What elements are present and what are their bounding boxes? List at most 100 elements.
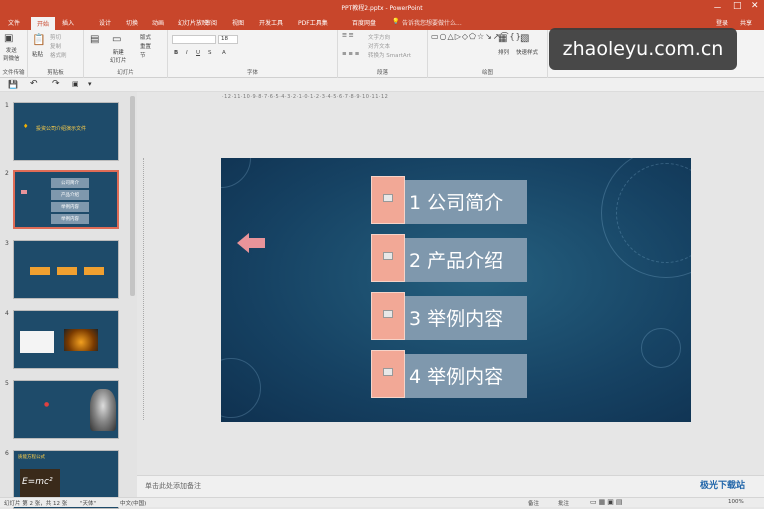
- section-button[interactable]: 节: [140, 51, 146, 59]
- group-label: 段落: [376, 70, 388, 76]
- slide-thumbnail-2[interactable]: 公司简介 产品介绍 举例内容 举例内容: [13, 170, 119, 229]
- copy-button[interactable]: 复制: [50, 42, 61, 50]
- cut-button[interactable]: 剪切: [50, 33, 61, 41]
- agenda-item-3[interactable]: 3 举例内容: [371, 292, 527, 340]
- thumb-title: 质能方程公式: [18, 455, 45, 460]
- send-to-wechat-button[interactable]: 发送 到微信: [3, 46, 20, 62]
- notes-button[interactable]: 备注: [528, 499, 539, 507]
- language[interactable]: 中文(中国): [120, 499, 146, 507]
- zoom-level[interactable]: 100%: [728, 499, 744, 505]
- new-slide-button[interactable]: 新建 幻灯片: [110, 48, 127, 64]
- shapes-gallery[interactable]: ▭○△▷◇⬠☆↘↗⌒{}: [431, 32, 521, 41]
- thumb-box: [57, 267, 77, 275]
- customize-icon[interactable]: ▾: [88, 80, 92, 88]
- slide-thumbnail-5[interactable]: ●: [13, 380, 119, 439]
- bullets-icon[interactable]: ☰ ☰: [342, 33, 354, 39]
- align-text-button[interactable]: 对齐文本: [368, 42, 390, 50]
- text-direction-button[interactable]: 文字方向: [368, 33, 390, 41]
- agenda-item-4[interactable]: 4 举例内容: [371, 350, 527, 398]
- item-square: [371, 234, 405, 282]
- font-size-field[interactable]: 18: [218, 35, 238, 44]
- tab-insert[interactable]: 插入: [62, 18, 74, 27]
- thumb-item: 公司简介: [51, 178, 89, 188]
- quick-styles-icon: ▧: [520, 33, 530, 44]
- arrange-icon: ▦: [498, 33, 508, 44]
- new-slide-icon: ▭: [112, 34, 122, 45]
- item-square: [371, 176, 405, 224]
- thumb-marker-icon: ●: [44, 401, 50, 408]
- redo-icon[interactable]: ↷: [52, 79, 60, 89]
- tab-home[interactable]: 开始: [31, 17, 56, 30]
- slide-canvas[interactable]: 1 公司简介 2 产品介绍 3 举例内容 4 举例内容: [221, 158, 691, 422]
- sign-in-link[interactable]: 登录: [716, 18, 728, 27]
- picture-placeholder-icon: [383, 368, 393, 376]
- maximize-button[interactable]: □: [733, 1, 742, 11]
- group-font: 18 B I U S A 字体: [168, 30, 338, 78]
- slide-thumbnail-4[interactable]: [13, 310, 119, 369]
- thumb-number: 1: [5, 102, 9, 109]
- thumb-item: 举例内容: [51, 214, 89, 224]
- tab-animations[interactable]: 动画: [152, 18, 164, 27]
- notes-pane[interactable]: 单击此处添加备注: [137, 475, 764, 497]
- share-button[interactable]: 共享: [740, 18, 752, 27]
- agenda-item-1[interactable]: 1 公司简介: [371, 176, 527, 224]
- group-label: 剪贴板: [47, 70, 64, 76]
- minimize-button[interactable]: －: [713, 1, 722, 14]
- tab-developer[interactable]: 开发工具: [259, 18, 283, 27]
- slide-counter: 幻灯片 第 2 张，共 12 张: [4, 501, 68, 507]
- view-buttons[interactable]: ▭▦▣▤: [590, 498, 624, 506]
- align-icons[interactable]: ≡ ≡ ≡: [342, 51, 359, 57]
- arrange-button[interactable]: 排列: [498, 48, 509, 56]
- decor-circle: [641, 328, 681, 368]
- slide-thumbnail-3[interactable]: [13, 240, 119, 299]
- reset-button[interactable]: 重置: [140, 42, 151, 50]
- thumb-lightbulb-image: [64, 329, 98, 351]
- close-button[interactable]: ✕: [751, 1, 759, 11]
- tab-pdf-tools[interactable]: PDF工具集: [298, 18, 328, 27]
- quick-styles-button[interactable]: 快速样式: [516, 48, 538, 56]
- picture-placeholder-icon: [383, 252, 393, 260]
- bold-button[interactable]: B: [174, 50, 178, 56]
- thumb-number: 2: [5, 170, 9, 177]
- paste-button[interactable]: 粘贴: [32, 50, 43, 58]
- tab-transitions[interactable]: 切换: [126, 18, 138, 27]
- comments-button[interactable]: 批注: [558, 499, 569, 507]
- site-logo: 极光下载站: [700, 481, 746, 491]
- font-color-button[interactable]: A: [222, 50, 226, 56]
- save-icon[interactable]: 💾: [8, 80, 18, 89]
- lightbulb-icon: 💡: [392, 18, 400, 25]
- thumb-box: [84, 267, 104, 275]
- italic-button[interactable]: I: [186, 50, 188, 56]
- watermark: zhaoleyu.com.cn: [549, 28, 737, 70]
- format-painter-button[interactable]: 格式刷: [50, 51, 67, 59]
- thumb-number: 4: [5, 310, 9, 317]
- slide-thumbnails-pane: 1 ♦ 投资公司介绍演示文件 2 公司简介 产品介绍 举例内容 举例内容 3 4…: [0, 92, 137, 509]
- tab-view[interactable]: 视图: [232, 18, 244, 27]
- item-square: [371, 350, 405, 398]
- left-arrow-shape[interactable]: [237, 233, 265, 253]
- title-bar: PPT教程2.pptx - PowerPoint － □ ✕: [0, 0, 764, 16]
- tell-me-search[interactable]: 告诉我您想要做什么...: [402, 18, 462, 27]
- undo-icon[interactable]: ↶: [30, 79, 38, 89]
- tab-design[interactable]: 设计: [99, 18, 111, 27]
- tab-slideshow[interactable]: 幻灯片放映: [178, 18, 208, 27]
- shadow-button[interactable]: S: [208, 50, 212, 56]
- group-label: 幻灯片: [117, 70, 134, 76]
- group-paragraph: ☰ ☰ 文字方向 对齐文本 转换为 SmartArt ≡ ≡ ≡ 段落: [338, 30, 428, 78]
- underline-button[interactable]: U: [196, 50, 200, 56]
- slideshow-icon[interactable]: ▣: [72, 80, 79, 88]
- font-name-field[interactable]: [172, 35, 216, 44]
- group-label: 绘图: [481, 70, 493, 76]
- smartart-button[interactable]: 转换为 SmartArt: [368, 51, 411, 59]
- layout-button[interactable]: 版式: [140, 33, 151, 41]
- logo-icon: ♦: [23, 123, 29, 130]
- status-bar: 幻灯片 第 2 张，共 12 张 "天体" 中文(中国) 备注 批注 ▭▦▣▤ …: [0, 497, 764, 507]
- agenda-item-2[interactable]: 2 产品介绍: [371, 234, 527, 282]
- slide-thumbnail-1[interactable]: ♦ 投资公司介绍演示文件: [13, 102, 119, 161]
- tab-review[interactable]: 审阅: [205, 18, 217, 27]
- item-square: [371, 292, 405, 340]
- thumb-number: 3: [5, 240, 9, 247]
- thumbnails-scrollbar[interactable]: [130, 96, 135, 296]
- tab-baidu-netdisk[interactable]: 百度网盘: [352, 18, 376, 27]
- tab-file[interactable]: 文件: [8, 18, 20, 27]
